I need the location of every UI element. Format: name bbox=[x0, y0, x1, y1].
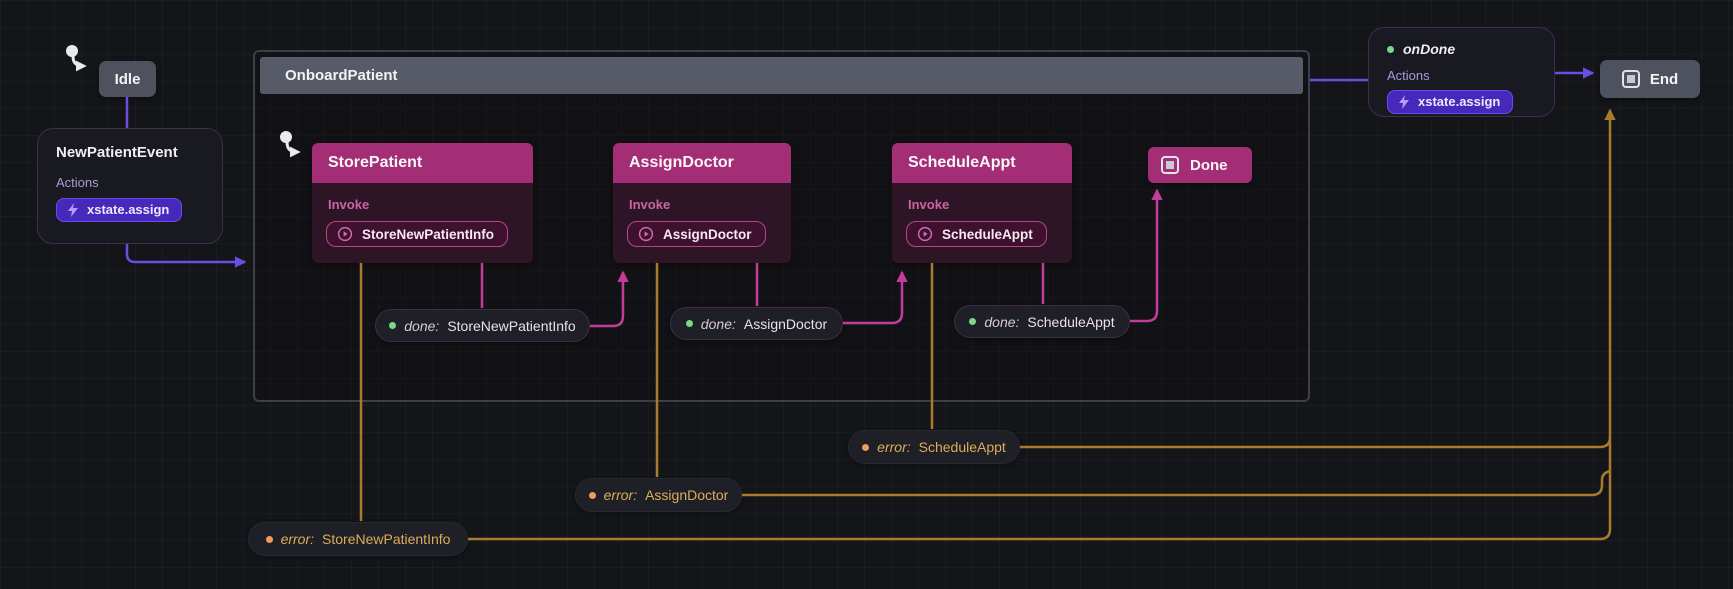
action-badge-xstate-assign[interactable]: xstate.assign bbox=[1387, 90, 1513, 114]
invoke-label: Invoke bbox=[328, 197, 519, 212]
transition-pill-error-assign[interactable]: error: AssignDoctor bbox=[575, 478, 742, 512]
state-header[interactable]: AssignDoctor bbox=[613, 143, 791, 183]
play-circle-icon bbox=[337, 226, 353, 242]
action-badge-xstate-assign[interactable]: xstate.assign bbox=[56, 198, 182, 222]
transition-pill-error-schedule[interactable]: error: ScheduleAppt bbox=[848, 430, 1020, 464]
done-dot-icon bbox=[1387, 46, 1394, 53]
state-node-idle[interactable]: Idle bbox=[99, 61, 156, 97]
transition-target: AssignDoctor bbox=[645, 487, 728, 503]
state-title: ScheduleAppt bbox=[908, 154, 1016, 172]
transition-pill-done-schedule[interactable]: done: ScheduleAppt bbox=[954, 305, 1130, 338]
transition-panel-on-done[interactable]: onDone Actions xstate.assign bbox=[1368, 27, 1555, 117]
state-body: Invoke StoreNewPatientInfo bbox=[312, 183, 533, 255]
transition-pill-error-store[interactable]: error: StoreNewPatientInfo bbox=[248, 522, 468, 556]
invoke-src: StoreNewPatientInfo bbox=[362, 227, 494, 242]
state-body: Invoke ScheduleAppt bbox=[892, 183, 1072, 255]
transition-target: ScheduleAppt bbox=[919, 439, 1006, 455]
final-state-icon bbox=[1622, 70, 1640, 88]
state-title: AssignDoctor bbox=[629, 154, 734, 172]
done-dot-icon bbox=[969, 318, 976, 325]
state-node-done[interactable]: Done bbox=[1148, 147, 1252, 183]
state-body: Invoke AssignDoctor bbox=[613, 183, 791, 255]
state-node-end[interactable]: End bbox=[1600, 60, 1700, 98]
transition-kind: done: bbox=[984, 314, 1019, 330]
state-title: StorePatient bbox=[328, 154, 422, 172]
initial-state-marker bbox=[278, 130, 312, 160]
transition-kind: done: bbox=[701, 316, 736, 332]
final-state-icon bbox=[1161, 156, 1179, 174]
transition-kind: error: bbox=[877, 439, 910, 455]
event-title: NewPatientEvent bbox=[56, 144, 204, 161]
error-dot-icon bbox=[862, 444, 869, 451]
error-dot-icon bbox=[266, 536, 273, 543]
state-node-store-patient[interactable]: StorePatient Invoke StoreNewPatientInfo bbox=[312, 143, 533, 263]
invoke-pill-assign-doctor[interactable]: AssignDoctor bbox=[627, 221, 766, 247]
transition-target: StoreNewPatientInfo bbox=[322, 531, 450, 547]
compound-state-header[interactable]: OnboardPatient bbox=[260, 57, 1303, 94]
play-circle-icon bbox=[917, 226, 933, 242]
actions-label: Actions bbox=[1387, 68, 1536, 83]
transition-pill-done-assign[interactable]: done: AssignDoctor bbox=[670, 307, 843, 340]
action-name: xstate.assign bbox=[1418, 94, 1500, 109]
wire-error-schedule-to-end bbox=[1020, 437, 1610, 447]
transition-target: StoreNewPatientInfo bbox=[447, 318, 575, 334]
transition-kind: done: bbox=[404, 318, 439, 334]
lightning-icon bbox=[1398, 95, 1410, 109]
transition-pill-done-store[interactable]: done: StoreNewPatientInfo bbox=[375, 309, 590, 342]
action-name: xstate.assign bbox=[87, 202, 169, 217]
wire-event-to-onboard bbox=[127, 244, 245, 262]
event-name: onDone bbox=[1403, 41, 1455, 57]
done-dot-icon bbox=[389, 322, 396, 329]
play-circle-icon bbox=[638, 226, 654, 242]
state-label: End bbox=[1650, 71, 1678, 88]
invoke-pill-store-new-patient-info[interactable]: StoreNewPatientInfo bbox=[326, 221, 508, 247]
state-node-assign-doctor[interactable]: AssignDoctor Invoke AssignDoctor bbox=[613, 143, 791, 263]
invoke-src: ScheduleAppt bbox=[942, 227, 1033, 242]
error-dot-icon bbox=[589, 492, 596, 499]
actions-label: Actions bbox=[56, 175, 204, 190]
invoke-pill-schedule-appt[interactable]: ScheduleAppt bbox=[906, 221, 1047, 247]
state-header[interactable]: ScheduleAppt bbox=[892, 143, 1072, 183]
transition-target: AssignDoctor bbox=[744, 316, 827, 332]
event-panel-new-patient[interactable]: NewPatientEvent Actions xstate.assign bbox=[37, 128, 223, 244]
state-header[interactable]: StorePatient bbox=[312, 143, 533, 183]
transition-kind: error: bbox=[604, 487, 637, 503]
wire-error-assign-to-end bbox=[742, 471, 1610, 495]
state-label: Idle bbox=[115, 71, 141, 88]
lightning-icon bbox=[67, 203, 79, 217]
state-node-schedule-appt[interactable]: ScheduleAppt Invoke ScheduleAppt bbox=[892, 143, 1072, 263]
invoke-label: Invoke bbox=[629, 197, 777, 212]
transition-target: ScheduleAppt bbox=[1027, 314, 1114, 330]
initial-state-marker bbox=[64, 44, 98, 74]
transition-kind: error: bbox=[281, 531, 314, 547]
invoke-label: Invoke bbox=[908, 197, 1058, 212]
invoke-src: AssignDoctor bbox=[663, 227, 752, 242]
state-label: Done bbox=[1190, 157, 1228, 174]
compound-state-title: OnboardPatient bbox=[285, 67, 398, 84]
done-dot-icon bbox=[686, 320, 693, 327]
state-machine-canvas[interactable]: Idle NewPatientEvent Actions xstate.assi… bbox=[0, 0, 1733, 589]
